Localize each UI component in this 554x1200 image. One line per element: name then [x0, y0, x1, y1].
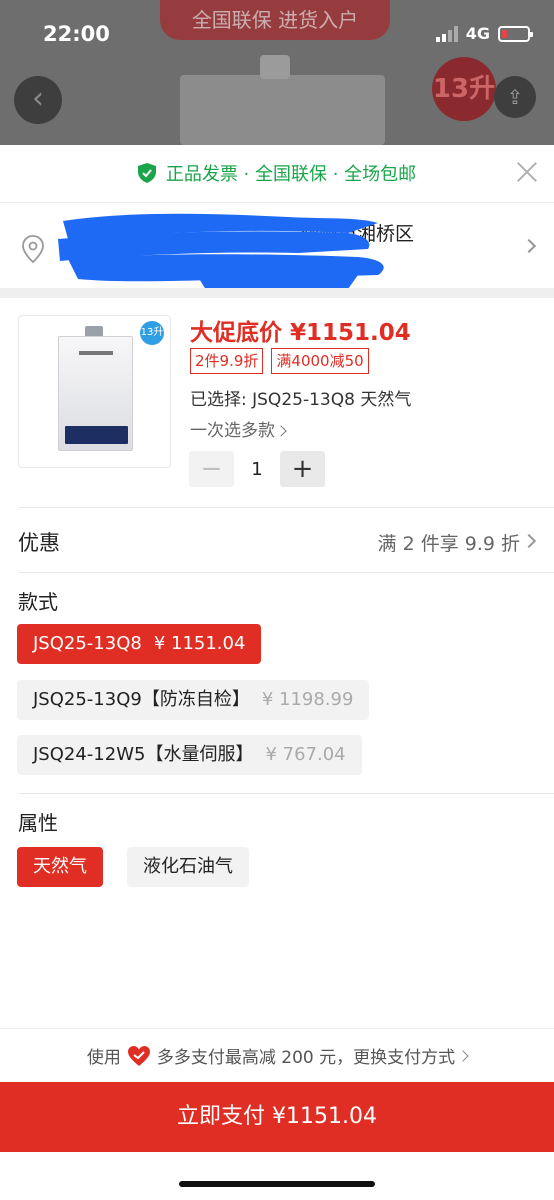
promo-row[interactable]: 优惠 满 2 件享 9.9 折 — [0, 507, 554, 573]
product-summary: 13升 大促底价 ¥1151.04 2件9.9折 满4000减50 已选择: J… — [0, 298, 554, 508]
home-indicator[interactable] — [179, 1181, 375, 1187]
guarantee-banner: 正品发票 · 全国联保 · 全场包邮 — [0, 145, 554, 200]
address-row[interactable]: 潮州市湘桥区 — [0, 202, 554, 294]
style-option-jsq25-13q8[interactable]: JSQ25-13Q8 ¥ 1151.04 — [17, 624, 262, 664]
style-option-price: ¥ 1151.04 — [153, 633, 246, 654]
multi-select-link[interactable]: 一次选多款 — [190, 416, 287, 441]
background-product-image — [180, 55, 385, 145]
style-option-price: ¥ 767.04 — [265, 744, 346, 765]
battery-icon — [498, 25, 533, 42]
attribute-section-title: 属性 — [18, 811, 58, 835]
style-option-name: JSQ25-13Q9【防冻自检】 — [33, 689, 250, 710]
payment-tip-text: 多多支付最高减 200 元，更换支付方式 — [156, 1048, 456, 1068]
style-option-price: ¥ 1198.99 — [261, 689, 354, 710]
chevron-right-icon — [275, 425, 287, 437]
style-option-name: JSQ24-12W5【水量伺服】 — [33, 744, 254, 765]
pay-now-button[interactable]: 立即支付 ¥1151.04 — [0, 1082, 554, 1152]
quantity-stepper: − 1 + — [189, 451, 325, 487]
shield-check-icon — [137, 162, 156, 183]
discount-tags: 2件9.9折 满4000减50 — [190, 348, 369, 374]
network-type: 4G — [465, 24, 490, 43]
minus-button[interactable]: − — [189, 451, 234, 487]
quantity-value[interactable]: 1 — [234, 459, 280, 480]
selected-sku: 已选择: JSQ25-13Q8 天然气 — [190, 390, 412, 410]
promo-value: 满 2 件享 9.9 折 — [377, 533, 520, 555]
chevron-right-icon — [521, 533, 537, 549]
payment-tip-prefix: 使用 — [86, 1048, 121, 1068]
discount-tag: 2件9.9折 — [190, 348, 264, 374]
status-time: 22:00 — [43, 22, 110, 46]
close-icon[interactable] — [516, 161, 538, 183]
status-bar: 22:00 4G — [0, 0, 554, 70]
guarantee-text: 正品发票 · 全国联保 · 全场包邮 — [165, 163, 417, 185]
style-option-name: JSQ25-13Q8 — [33, 633, 142, 654]
chevron-right-icon — [457, 1049, 469, 1062]
style-section-title: 款式 — [18, 590, 58, 614]
sku-selection-sheet: 正品发票 · 全国联保 · 全场包邮 潮州市湘桥区 13升 大促底价 ¥1151… — [0, 145, 554, 1200]
promo-label: 优惠 — [18, 531, 60, 555]
section-divider — [0, 288, 554, 298]
attribute-option-lpg[interactable]: 液化石油气 — [127, 847, 249, 887]
share-icon[interactable]: ⇪ — [494, 76, 536, 118]
product-image: 13升 — [18, 315, 171, 468]
multi-select-label: 一次选多款 — [190, 421, 275, 441]
attribute-option-natural-gas[interactable]: 天然气 — [17, 847, 103, 887]
signal-icon — [435, 25, 458, 42]
capacity-badge: 13升 — [140, 321, 164, 345]
duoduo-pay-heart-icon — [127, 1045, 150, 1066]
divider — [18, 793, 554, 794]
redacted-address-scribble — [58, 213, 384, 294]
location-pin-icon — [22, 235, 44, 264]
chevron-right-icon — [521, 238, 537, 254]
style-option-jsq24-12w5[interactable]: JSQ24-12W5【水量伺服】 ¥ 767.04 — [17, 735, 362, 775]
payment-tip[interactable]: 使用 多多支付最高减 200 元，更换支付方式 — [0, 1028, 554, 1082]
back-icon[interactable]: ‹ — [14, 76, 62, 124]
discount-tag: 满4000减50 — [271, 348, 369, 374]
style-option-jsq25-13q9[interactable]: JSQ25-13Q9【防冻自检】 ¥ 1198.99 — [17, 680, 370, 720]
product-price: 大促底价 ¥1151.04 — [190, 320, 411, 346]
divider — [18, 572, 554, 573]
plus-button[interactable]: + — [280, 451, 325, 487]
status-indicators: 4G — [435, 24, 533, 43]
